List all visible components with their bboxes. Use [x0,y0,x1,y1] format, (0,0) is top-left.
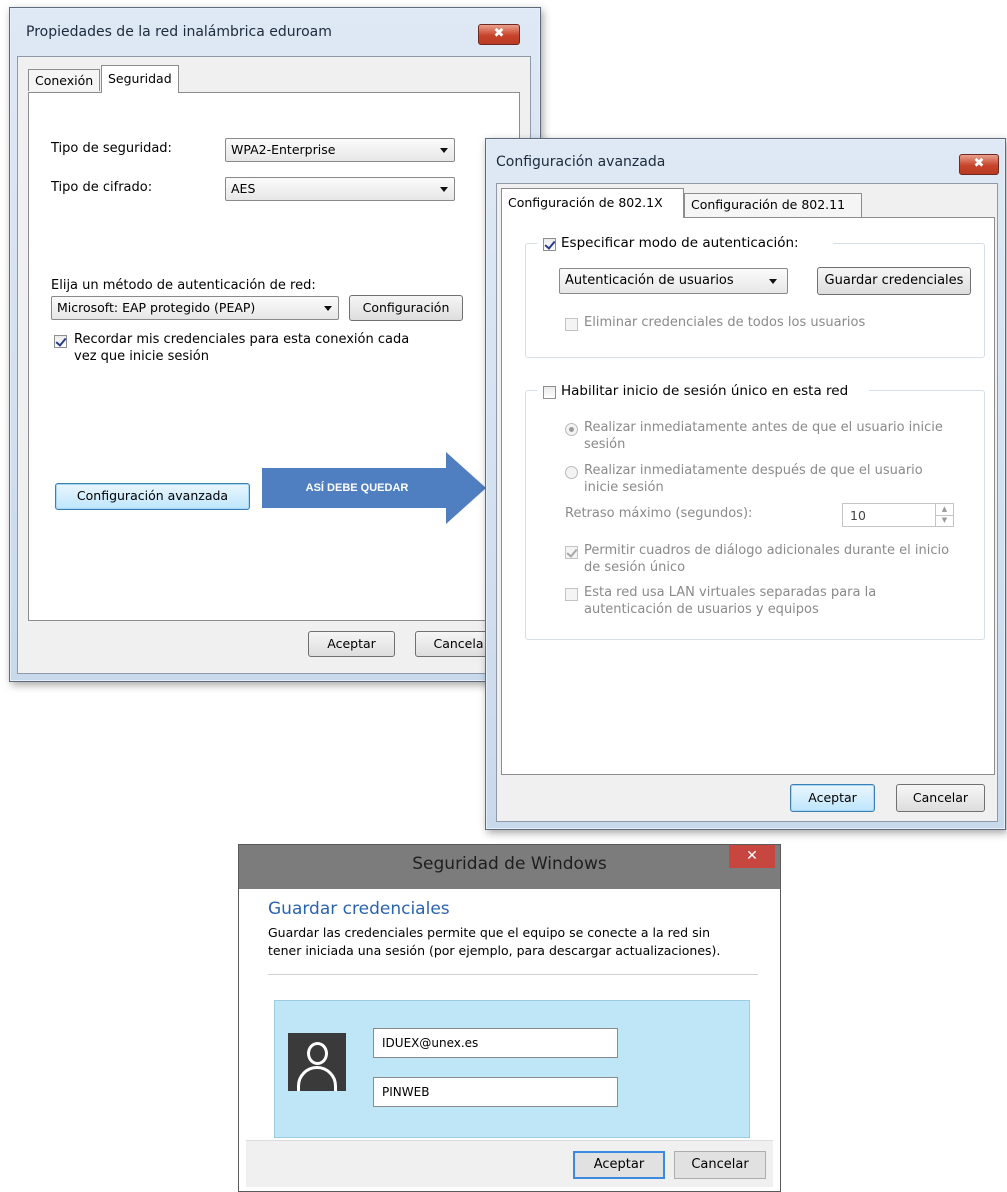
username-input[interactable]: IDUEX@unex.es [373,1028,618,1058]
spinner-down-icon[interactable]: ▼ [935,515,953,526]
8021x-tab-panel: Especificar modo de autenticación: Auten… [501,217,995,775]
remember-credentials-label-2: vez que inicie sesión [74,349,209,364]
max-delay-value: 10 [850,508,866,523]
remember-credentials-label: Recordar mis credenciales para esta cone… [74,332,410,347]
before-logon-label-2: sesión [584,437,626,452]
ok-button[interactable]: Aceptar [573,1151,665,1179]
after-logon-label-2: inicie sesión [584,480,664,495]
dialog-description-2: tener iniciada una sesión (por ejemplo, … [268,943,721,958]
user-avatar-icon [288,1033,346,1091]
ok-button[interactable]: Aceptar [790,784,875,812]
chevron-down-icon [769,279,777,284]
chevron-down-icon [440,148,448,153]
security-type-label: Tipo de seguridad: [51,141,172,156]
credentials-panel: IDUEX@unex.es PINWEB [274,1000,750,1138]
auth-method-label: Elija un método de autenticación de red: [51,278,316,293]
specify-auth-label: Especificar modo de autenticación: [561,235,799,251]
specify-auth-checkbox[interactable] [543,238,556,251]
title-bar: Seguridad de Windows ✕ [239,845,780,889]
remember-credentials-checkbox[interactable] [54,335,67,348]
max-delay-spinner[interactable]: 10 ▲ ▼ [842,503,954,527]
tab-seguridad[interactable]: Seguridad [101,65,179,93]
cancel-button[interactable]: Cancelar [674,1151,766,1179]
window-title: Propiedades de la red inalámbrica eduroa… [26,24,332,40]
encryption-label: Tipo de cifrado: [51,180,153,195]
auth-mode-select[interactable]: Autenticación de usuarios [559,268,788,294]
delete-credentials-checkbox[interactable] [565,318,578,331]
security-type-select[interactable]: WPA2-Enterprise [225,138,455,162]
encryption-value: AES [231,181,256,196]
vlan-label-2: autenticación de usuarios y equipos [584,602,819,617]
after-logon-radio[interactable] [565,466,578,479]
sso-checkbox[interactable] [543,386,556,399]
close-button[interactable]: ✕ [729,845,775,868]
content-frame: Guardar credenciales Guardar las credenc… [246,889,773,1187]
auth-mode-group [525,243,985,358]
vlan-checkbox[interactable] [565,588,578,601]
divider [268,974,758,975]
window-title: Configuración avanzada [496,154,666,170]
wireless-properties-window: Propiedades de la red inalámbrica eduroa… [9,7,541,682]
window-title: Seguridad de Windows [412,854,607,874]
tab-80211[interactable]: Configuración de 802.11 [684,193,862,217]
advanced-settings-button[interactable]: Configuración avanzada [55,483,250,510]
dialog-description: Guardar las credenciales permite que el … [268,925,710,940]
allow-dialogs-label: Permitir cuadros de diálogo adicionales … [584,543,950,558]
cancel-button[interactable]: Cancelar [896,784,985,812]
security-tab-panel: Tipo de seguridad: WPA2-Enterprise Tipo … [28,92,520,621]
dialog-heading: Guardar credenciales [268,899,450,919]
tab-8021x[interactable]: Configuración de 802.1X [501,188,684,218]
arrow-banner-text: ASÍ DEBE QUEDAR [305,482,409,494]
before-logon-label: Realizar inmediatamente antes de que el … [584,420,943,435]
window-client: Conexión Seguridad Tipo de seguridad: WP… [17,56,531,674]
ok-button[interactable]: Aceptar [308,631,395,657]
password-input[interactable]: PINWEB [373,1077,618,1107]
save-credentials-button[interactable]: Guardar credenciales [817,267,971,295]
chevron-down-icon [324,306,332,311]
after-logon-label: Realizar inmediatamente después de que e… [584,463,923,478]
chevron-down-icon [440,187,448,192]
close-button[interactable]: ✖ [478,24,520,45]
tab-conexion[interactable]: Conexión [28,69,101,91]
encryption-select[interactable]: AES [225,177,455,201]
auth-method-select[interactable]: Microsoft: EAP protegido (PEAP) [51,296,339,320]
auth-mode-value: Autenticación de usuarios [565,273,734,288]
advanced-settings-window: Configuración avanzada ✖ Configuración d… [485,138,1006,830]
max-delay-label: Retraso máximo (segundos): [565,506,753,521]
sso-label: Habilitar inicio de sesión único en esta… [561,383,849,399]
window-client: Configuración de 802.1X Configuración de… [496,183,998,822]
close-button[interactable]: ✖ [959,154,999,175]
before-logon-radio[interactable] [565,423,578,436]
allow-dialogs-label-2: de sesión único [584,560,686,575]
windows-security-dialog: Seguridad de Windows ✕ Guardar credencia… [238,844,781,1192]
security-type-value: WPA2-Enterprise [231,142,336,157]
vlan-label: Esta red usa LAN virtuales separadas par… [584,585,877,600]
auth-method-value: Microsoft: EAP protegido (PEAP) [57,300,256,315]
allow-dialogs-checkbox[interactable] [565,546,578,559]
auth-config-button[interactable]: Configuración [349,295,463,321]
delete-credentials-label: Eliminar credenciales de todos los usuar… [584,315,866,330]
